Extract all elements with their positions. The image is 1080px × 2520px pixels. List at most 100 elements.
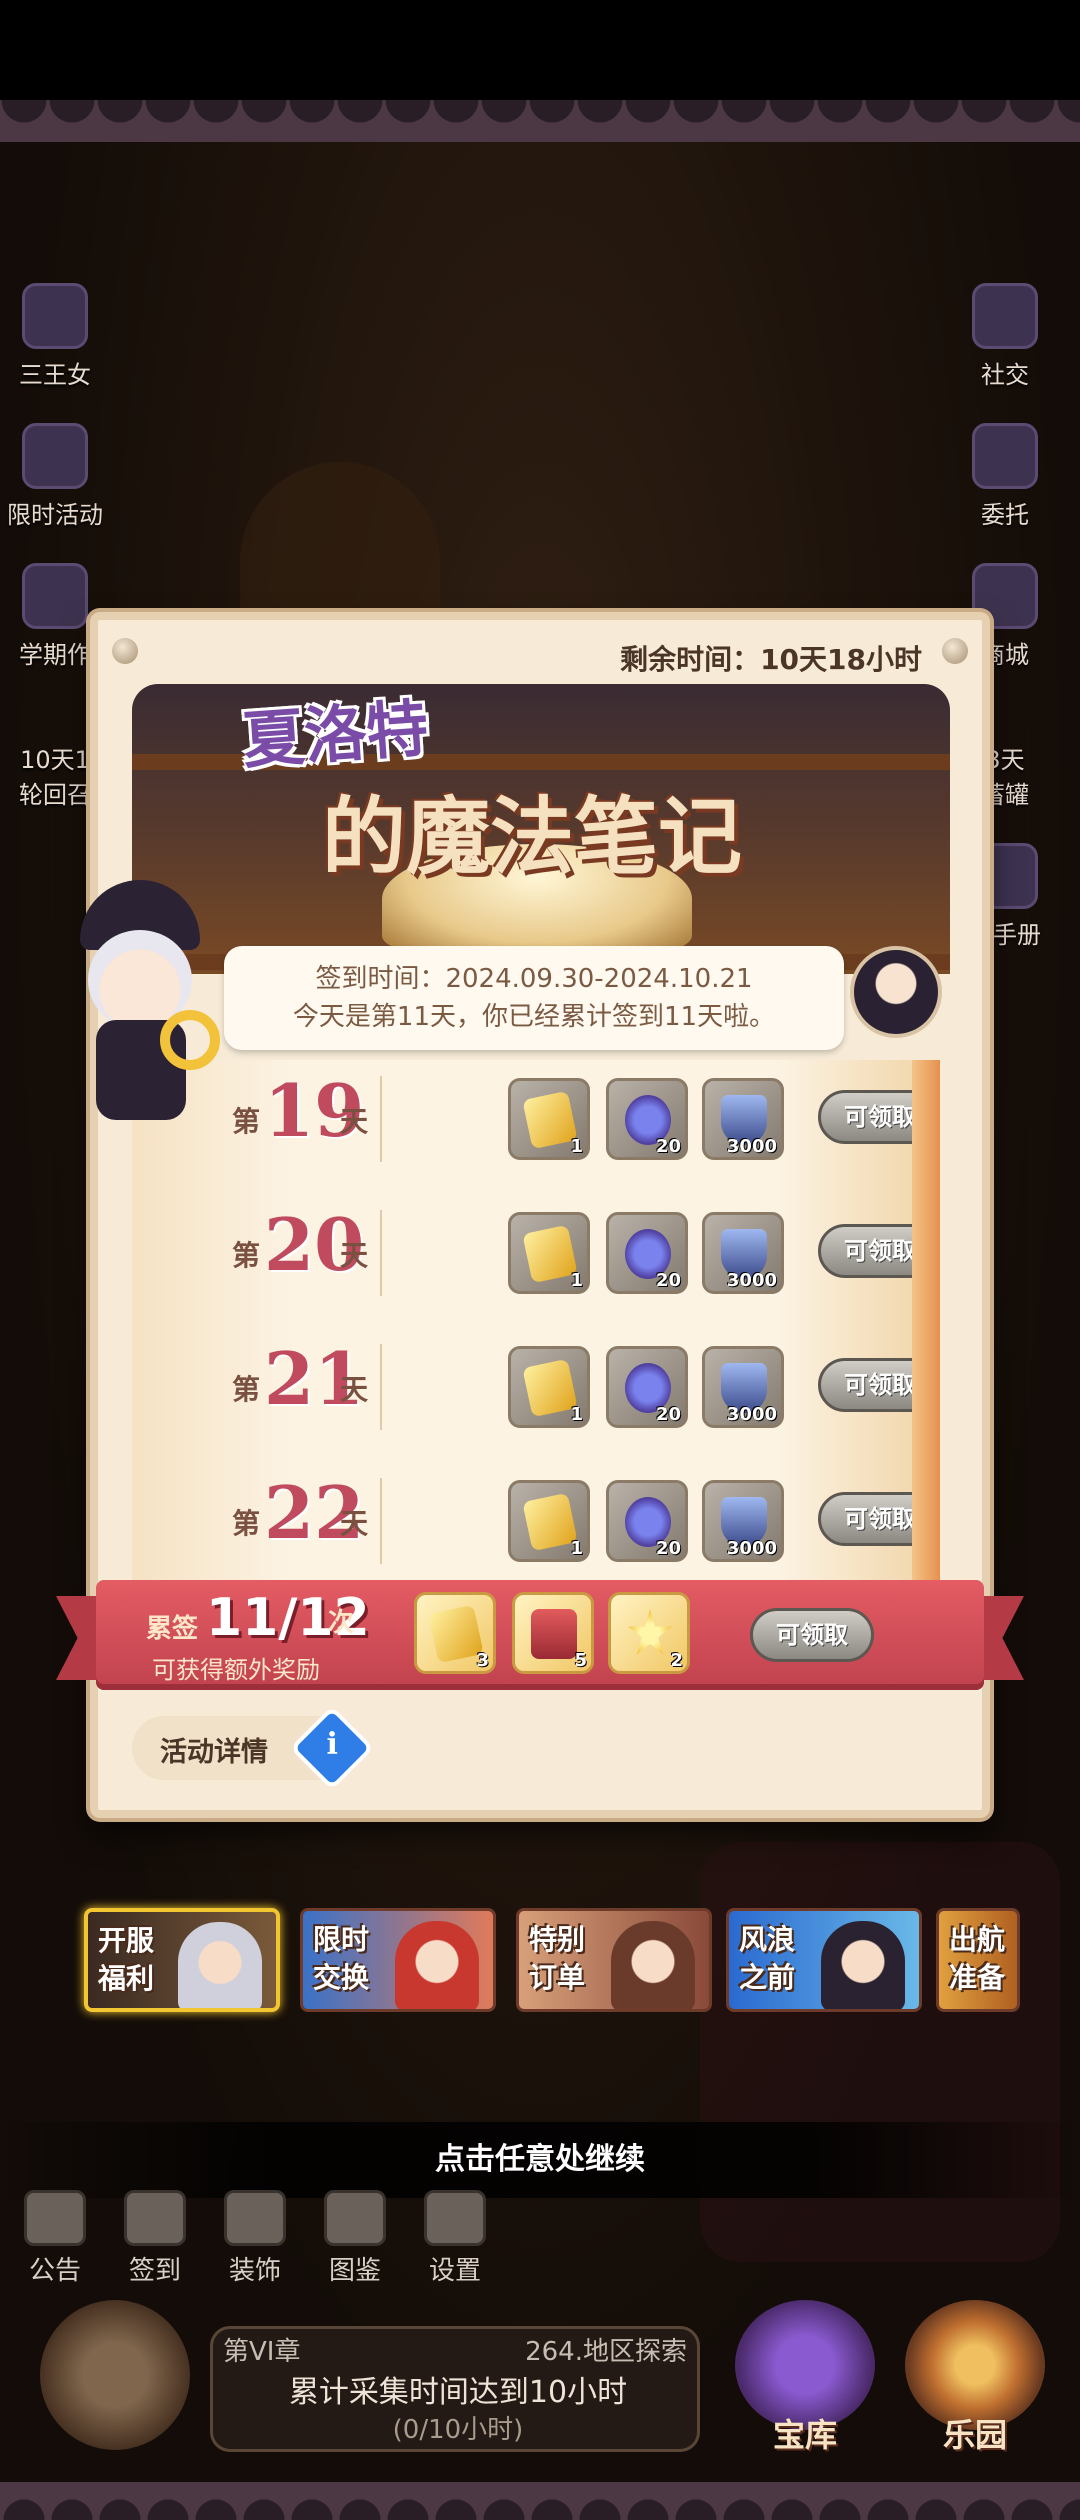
quest-tracker[interactable]: 第VI章 264.地区探索 累计采集时间达到10小时 (0/10小时) xyxy=(210,2326,700,2452)
reward-ticket[interactable]: 1 xyxy=(508,1480,590,1562)
tab-label-line: 限时 xyxy=(313,1923,370,1956)
paradise-label: 乐园 xyxy=(942,2416,1007,2454)
ticket-icon xyxy=(428,1604,484,1664)
day-number: 20 xyxy=(264,1202,365,1287)
announcement-icon xyxy=(24,2190,86,2246)
reward-ticket[interactable]: 1 xyxy=(508,1078,590,1160)
reward-hourglass[interactable]: 20 xyxy=(606,1480,688,1562)
reward-quantity: 20 xyxy=(655,1404,681,1425)
tab-label-line: 交换 xyxy=(313,1961,370,1994)
reward-shield[interactable]: 3000 xyxy=(702,1078,784,1160)
event-banner: 夏洛特 的魔法笔记 xyxy=(132,684,950,974)
daily-reward-list[interactable]: 第 19 天 1 20 3000 可领取 第 20 天 1 20 3000 可领… xyxy=(132,1060,940,1580)
treasury-button[interactable]: 宝库 xyxy=(730,2300,880,2470)
menu-settings[interactable]: 设置 xyxy=(410,2190,500,2287)
chest-icon xyxy=(531,1609,577,1659)
mascot-character xyxy=(60,860,220,1150)
claim-button[interactable]: 可领取 xyxy=(818,1224,940,1278)
claim-button[interactable]: 可领取 xyxy=(818,1090,940,1144)
quest-task: 累计采集时间达到10小时 xyxy=(288,2375,628,2410)
day-suffix: 天 xyxy=(340,1373,369,1406)
treasury-label: 宝库 xyxy=(772,2416,837,2454)
storybook-button[interactable] xyxy=(40,2300,190,2450)
reward-hourglass[interactable]: 20 xyxy=(606,1078,688,1160)
reward-quantity: 20 xyxy=(655,1538,681,1559)
reward-quantity: 3000 xyxy=(726,1270,777,1291)
left-side-menu: 三王女 限时活动 学期作 10天1 轮回召 xyxy=(7,250,103,810)
bonus-reward-ticket[interactable]: 3 xyxy=(414,1592,496,1674)
star-icon xyxy=(627,1609,673,1655)
menu-collection[interactable]: 图鉴 xyxy=(310,2190,400,2287)
menu-label: 设置 xyxy=(428,2256,481,2286)
side-button-princess[interactable]: 三王女 xyxy=(10,250,100,390)
tab-label-line: 福利 xyxy=(98,1962,155,1995)
claim-button[interactable]: 可领取 xyxy=(818,1492,940,1546)
event-title-main: 的魔法笔记 xyxy=(322,787,743,886)
divider xyxy=(380,1344,382,1430)
gear-icon xyxy=(424,2190,486,2246)
quest-chapter: 第VI章 xyxy=(223,2337,301,2367)
side-button-summon[interactable]: 10天1 轮回召 xyxy=(10,670,100,810)
tab-label-line: 风浪 xyxy=(739,1923,796,1956)
tab-label: 特别 订单 xyxy=(529,1921,585,1997)
menu-decoration[interactable]: 装饰 xyxy=(210,2190,300,2287)
tab-label-line: 之前 xyxy=(739,1961,796,1994)
reward-quantity: 5 xyxy=(574,1650,587,1671)
menu-announcement[interactable]: 公告 xyxy=(10,2190,100,2287)
info-icon[interactable]: i xyxy=(289,1705,375,1791)
cumulative-claim-button[interactable]: 可领取 xyxy=(750,1608,874,1662)
reward-quantity: 1 xyxy=(570,1270,583,1291)
tab-label: 限时 交换 xyxy=(313,1921,369,1997)
tab-opening-benefits[interactable]: 开服 福利 xyxy=(84,1908,280,2012)
side-button-commission[interactable]: 委托 xyxy=(960,390,1050,530)
menu-label: 公告 xyxy=(28,2256,81,2286)
tab-limited-exchange[interactable]: 限时 交换 xyxy=(300,1908,496,2012)
reward-quantity: 3000 xyxy=(726,1404,777,1425)
side-button-limited-event[interactable]: 限时活动 xyxy=(7,390,103,530)
side-button-social[interactable]: 社交 xyxy=(960,250,1050,390)
golden-key-icon xyxy=(160,1010,220,1070)
reward-ticket[interactable]: 1 xyxy=(508,1212,590,1294)
collection-icon xyxy=(324,2190,386,2246)
reward-quantity: 1 xyxy=(570,1538,583,1559)
day-suffix: 天 xyxy=(340,1239,369,1272)
reward-shield[interactable]: 3000 xyxy=(702,1480,784,1562)
reward-quantity: 1 xyxy=(570,1404,583,1425)
tab-label-line: 准备 xyxy=(949,1961,1006,1994)
tab-departure-prep[interactable]: 出航 准备 xyxy=(936,1908,1020,2012)
side-button-semester[interactable]: 学期作 xyxy=(10,530,100,670)
event-details-button[interactable]: 活动详情 i xyxy=(132,1705,375,1791)
tab-label-line: 开服 xyxy=(98,1924,155,1957)
bonus-reward-chest[interactable]: 5 xyxy=(512,1592,594,1674)
divider xyxy=(380,1210,382,1296)
day-prefix: 第 xyxy=(232,1239,261,1272)
reward-quantity: 3 xyxy=(476,1650,489,1671)
tab-special-order[interactable]: 特别 订单 xyxy=(516,1908,712,2012)
paradise-button[interactable]: 乐园 xyxy=(900,2300,1050,2470)
reward-hourglass[interactable]: 20 xyxy=(606,1346,688,1428)
menu-signin[interactable]: 签到 xyxy=(110,2190,200,2287)
day-number: 21 xyxy=(264,1336,365,1421)
commission-icon xyxy=(972,423,1038,489)
quest-progress: (0/10小时) xyxy=(392,2415,524,2445)
claim-button[interactable]: 可领取 xyxy=(818,1358,940,1412)
reward-shield[interactable]: 3000 xyxy=(702,1346,784,1428)
reward-quantity: 1 xyxy=(570,1136,583,1157)
reward-hourglass[interactable]: 20 xyxy=(606,1212,688,1294)
signin-status: 今天是第11天，你已经累计签到11天啦。 xyxy=(292,1002,776,1032)
social-icon xyxy=(972,283,1038,349)
day-prefix: 第 xyxy=(232,1373,261,1406)
cumulative-subtitle: 可获得额外奖励 xyxy=(152,1656,320,1684)
reward-ticket[interactable]: 1 xyxy=(508,1346,590,1428)
bonus-reward-star[interactable]: 2 xyxy=(608,1592,690,1674)
tab-label-line: 出航 xyxy=(949,1923,1006,1956)
bottom-border xyxy=(0,2482,1080,2520)
reward-shield[interactable]: 3000 xyxy=(702,1212,784,1294)
tab-before-storm[interactable]: 风浪 之前 xyxy=(726,1908,922,2012)
divider xyxy=(380,1478,382,1564)
npc-avatar xyxy=(850,946,942,1038)
tap-to-continue-hint[interactable]: 点击任意处继续 xyxy=(0,2122,1080,2198)
signin-info-bubble: 签到时间：2024.09.30-2024.10.21 今天是第11天，你已经累计… xyxy=(224,946,844,1050)
signin-period: 签到时间：2024.09.30-2024.10.21 xyxy=(315,964,753,994)
cumulative-reward-ribbon: 累签 11/12 次 可获得额外奖励 3 5 2 可领取 xyxy=(56,1580,1024,1700)
